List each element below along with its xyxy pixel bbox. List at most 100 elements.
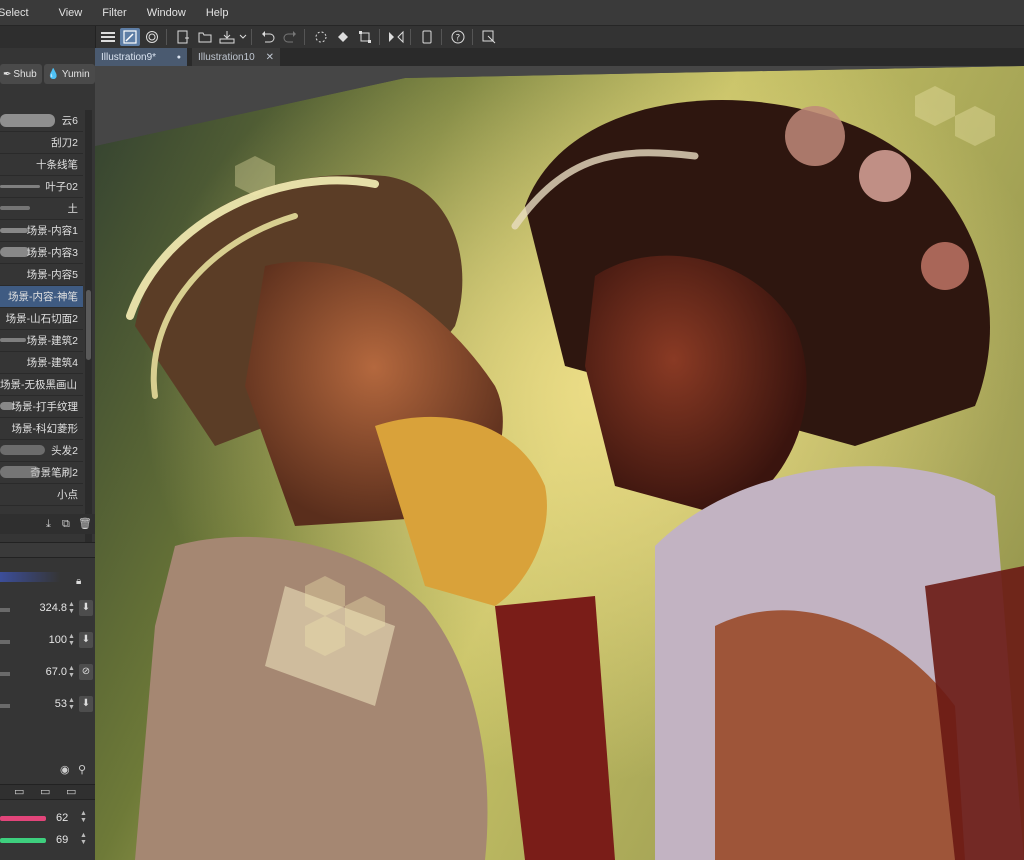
spinner-icon[interactable]: ▲ ▼ — [68, 601, 75, 615]
subtool-tab-shub[interactable]: ✒ Shub — [0, 64, 43, 84]
color-mix-property: 53 ▲ ▼ ⬇ — [0, 690, 95, 722]
flip-icon[interactable] — [386, 28, 406, 46]
list-item[interactable]: 场景-无极黑画山 — [0, 374, 83, 396]
list-item[interactable]: 头发2 — [0, 440, 83, 462]
trash-icon[interactable]: 🗑 — [78, 518, 92, 530]
property-slider[interactable] — [0, 608, 10, 612]
brush-label: 场景-内容5 — [26, 269, 78, 281]
import-icon[interactable]: ⤓ — [46, 518, 58, 530]
color-set-tab-icon[interactable]: ▭ — [66, 786, 78, 798]
hand-draw-icon[interactable] — [120, 28, 140, 46]
list-item[interactable]: 场景-内容5 — [0, 264, 83, 286]
property-slider[interactable] — [0, 640, 10, 644]
list-item[interactable]: 场景-内容3 — [0, 242, 83, 264]
list-item[interactable]: 场景-科幻菱形 — [0, 418, 83, 440]
help-icon[interactable]: ? — [448, 28, 468, 46]
spiral-icon[interactable] — [142, 28, 162, 46]
list-item[interactable]: 场景-内容-神笔 — [0, 286, 83, 308]
color-slider-tab-icon[interactable]: ▭ — [40, 786, 52, 798]
toolbar-divider — [166, 29, 167, 45]
property-value[interactable]: 100 — [49, 634, 67, 646]
menu-icon[interactable] — [98, 28, 118, 46]
brush-label: 场景-内容-神笔 — [8, 291, 78, 303]
list-item[interactable]: 场景-建筑2 — [0, 330, 83, 352]
brush-label: 十条线笔 — [36, 159, 78, 171]
brush-label: 头发2 — [51, 445, 78, 457]
list-item[interactable]: 十条线笔 — [0, 154, 83, 176]
list-item[interactable]: 奇景笔刷2 — [0, 462, 83, 484]
brush-list-footer: ⤓ ⧉ 🗑 — [0, 514, 95, 534]
spinner-icon[interactable]: ▲ ▼ — [68, 633, 75, 647]
transform-icon[interactable] — [355, 28, 375, 46]
value-slider[interactable] — [0, 838, 46, 843]
redo-icon[interactable] — [280, 28, 300, 46]
color-wheel-tab-icon[interactable]: ▭ — [14, 786, 26, 798]
dropdown-chevron-icon[interactable] — [239, 28, 247, 46]
menu-view[interactable]: View — [59, 7, 83, 19]
list-item[interactable]: 土 — [0, 198, 83, 220]
color-value[interactable]: 62 — [56, 812, 68, 824]
property-slider[interactable] — [0, 672, 10, 676]
list-item[interactable]: 叶子02 — [0, 176, 83, 198]
unsaved-indicator: ● — [176, 53, 181, 61]
property-value[interactable]: 324.8 — [39, 602, 67, 614]
spinner-icon[interactable]: ▲ ▼ — [68, 665, 75, 679]
toolbar-divider — [251, 29, 252, 45]
new-file-icon[interactable] — [173, 28, 193, 46]
menu-filter[interactable]: Filter — [102, 7, 126, 19]
spinner-icon[interactable]: ▲ ▼ — [80, 810, 87, 824]
tab-illustration10[interactable]: Illustration10 ✕ — [192, 48, 280, 66]
list-item[interactable]: 小点 — [0, 484, 83, 506]
adjust-icon[interactable]: ◉ — [60, 764, 72, 776]
droplet-icon: 💧 — [47, 68, 60, 80]
list-item[interactable]: 场景-内容1 — [0, 220, 83, 242]
artwork-canvas[interactable] — [95, 66, 1024, 860]
brush-label: 小点 — [57, 489, 78, 501]
document-tabs: Illustration9* ● Illustration10 ✕ — [95, 48, 1024, 66]
canvas-viewport[interactable] — [95, 66, 1024, 860]
property-slider[interactable] — [0, 704, 10, 708]
link-icon[interactable]: ⊘ — [79, 664, 93, 680]
list-item[interactable]: 云6 — [0, 110, 83, 132]
brush-label: 云6 — [61, 115, 78, 127]
undo-icon[interactable] — [258, 28, 278, 46]
saturation-slider[interactable] — [0, 816, 46, 821]
spinner-icon[interactable]: ▲ ▼ — [80, 832, 87, 846]
brush-preview — [0, 338, 26, 342]
pressure-icon[interactable]: ⬇ — [79, 632, 93, 648]
color-value[interactable]: 69 — [56, 834, 68, 846]
menu-window[interactable]: Window — [147, 7, 186, 19]
toolbar-divider — [304, 29, 305, 45]
close-icon[interactable]: ✕ — [266, 52, 274, 63]
list-item[interactable]: 场景-山石切面2 — [0, 308, 83, 330]
fill-icon[interactable] — [333, 28, 353, 46]
list-item[interactable]: 场景-打手纹理 — [0, 396, 83, 418]
subtool-tab-label: Shub — [13, 68, 37, 80]
property-value[interactable]: 53 — [55, 698, 67, 710]
brush-label: 场景-建筑4 — [26, 357, 78, 369]
open-folder-icon[interactable] — [195, 28, 215, 46]
brush-preview — [0, 206, 30, 210]
scrollbar-thumb[interactable] — [86, 290, 91, 360]
brush-label: 场景-内容1 — [26, 225, 78, 237]
brush-label: 场景-打手纹理 — [11, 401, 79, 413]
wrench-icon[interactable]: ⚲ — [78, 764, 90, 776]
spinner-icon[interactable]: ▲ ▼ — [68, 697, 75, 711]
list-item[interactable]: 场景-建筑4 — [0, 352, 83, 374]
save-icon[interactable] — [217, 28, 237, 46]
toolbar-divider — [410, 29, 411, 45]
device-icon[interactable] — [417, 28, 437, 46]
lock-icon[interactable]: 🔒︎ — [76, 576, 81, 587]
pressure-icon[interactable]: ⬇ — [79, 600, 93, 616]
duplicate-icon[interactable]: ⧉ — [62, 518, 74, 530]
list-item[interactable]: 刮刀2 — [0, 132, 83, 154]
settings-icon[interactable] — [479, 28, 499, 46]
property-value[interactable]: 67.0 — [46, 666, 67, 678]
pressure-icon[interactable]: ⬇ — [79, 696, 93, 712]
menu-select[interactable]: Select — [0, 7, 29, 19]
tab-illustration9[interactable]: Illustration9* ● — [95, 48, 187, 66]
loading-icon[interactable] — [311, 28, 331, 46]
subtool-tab-yumin[interactable]: 💧 Yumin — [44, 64, 95, 84]
menu-help[interactable]: Help — [206, 7, 229, 19]
brush-list-scrollbar[interactable] — [85, 110, 92, 558]
